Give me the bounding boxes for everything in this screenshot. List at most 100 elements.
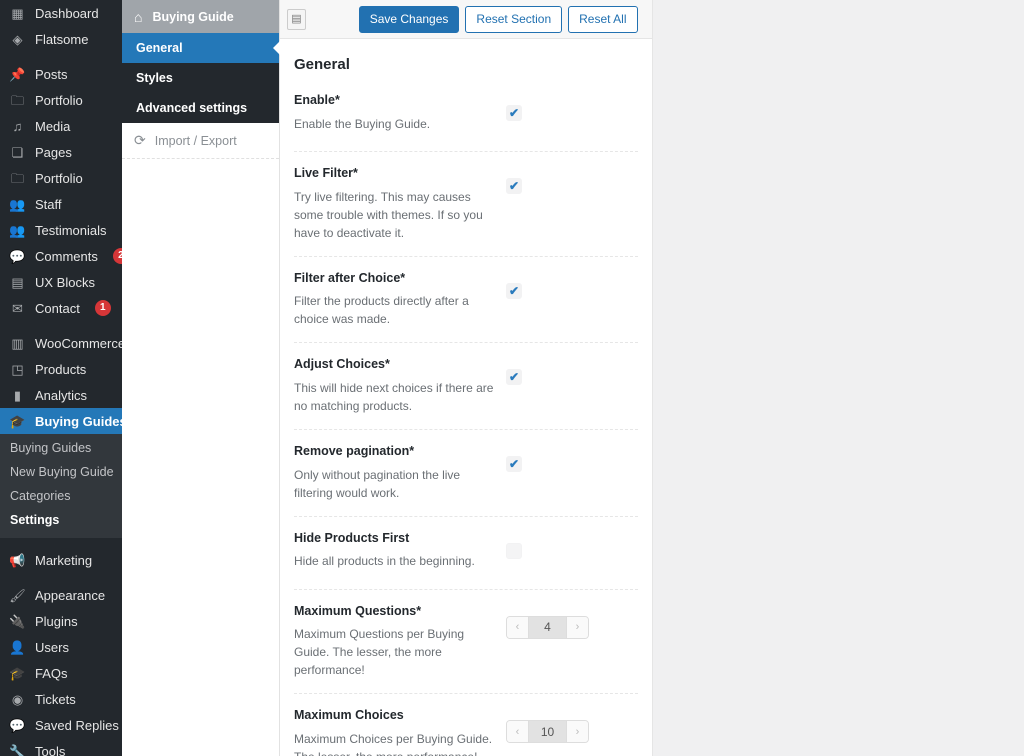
sidebar-item-woocommerce[interactable]: ▥ WooCommerce <box>0 330 122 356</box>
setting-title: Hide Products First <box>294 530 410 545</box>
stepper-increment-icon[interactable]: › <box>567 616 588 638</box>
tab-advanced-settings[interactable]: Advanced settings <box>122 93 279 123</box>
comment-icon: 💬 <box>9 248 26 264</box>
setting-title: Maximum Questions* <box>294 603 422 618</box>
setting-row: Maximum Choices Maximum Choices per Buyin… <box>294 694 638 756</box>
admin-app: ▦ Dashboard ◈ Flatsome 📌 Posts 🗀 Portfolio ♫ Medi… <box>0 0 1024 756</box>
options-area: ⌂ Buying Guide General Styles Advanced set… <box>122 0 1024 756</box>
sidebar-item-label: Contact <box>35 300 80 316</box>
envelope-icon: ✉ <box>12 300 23 316</box>
setting-control: ‹ 4 › <box>506 604 589 639</box>
sidebar-item-tools[interactable]: 🔧 Tools <box>0 738 122 756</box>
sync-icon: ⟳ <box>134 132 146 148</box>
sidebar-item-comments[interactable]: 💬 Comments 2 <box>0 243 122 269</box>
setting-label-block: Adjust Choices* This will hide next choic… <box>294 357 506 415</box>
setting-title: Filter after Choice* <box>294 270 406 285</box>
sidebar-item-dashboard[interactable]: ▦ Dashboard <box>0 0 122 26</box>
sidebar-item-label: UX Blocks <box>35 274 95 290</box>
setting-label-block: Maximum Questions* Maximum Questions per … <box>294 604 506 680</box>
reset-all-button[interactable]: Reset All <box>568 5 638 33</box>
setting-row: Remove pagination* Only without paginatio… <box>294 430 638 517</box>
stepper-value[interactable]: 10 <box>528 721 567 743</box>
checkbox-checked[interactable]: ✔ <box>506 455 522 472</box>
sidebar-subitem-buying-guides[interactable]: Buying Guides <box>0 436 122 460</box>
sidebar-item-label: Analytics <box>35 387 88 403</box>
sidebar-subitem-categories[interactable]: Categories <box>0 484 122 508</box>
sidebar-item-label: Dashboard <box>35 5 99 21</box>
panel-toggle-icon[interactable]: ▤ <box>287 8 306 30</box>
sidebar-item-label: Appearance <box>35 587 106 603</box>
sidebar-item-label: Flatsome <box>35 31 89 47</box>
quantity-stepper[interactable]: ‹ 4 › <box>506 615 589 639</box>
import-export-label: Import / Export <box>154 133 237 148</box>
sidebar-item-tickets[interactable]: ◉ Tickets <box>0 686 122 712</box>
setting-row: Live Filter* Try live filtering. This may… <box>294 152 638 257</box>
wrench-icon: 🔧 <box>9 743 26 756</box>
sidebar-item-faqs[interactable]: 🎓 FAQs <box>0 660 122 686</box>
sidebar-item-appearance[interactable]: 🖌 Appearance <box>0 582 122 608</box>
sidebar-item-users[interactable]: 👤 Users <box>0 634 122 660</box>
stepper-increment-icon[interactable]: › <box>567 721 588 743</box>
status-badge: 2 <box>112 248 122 264</box>
ticket-icon: ◉ <box>11 691 24 707</box>
sidebar-item-ux-blocks[interactable]: ▤ UX Blocks <box>0 269 122 295</box>
sidebar-item-saved-replies[interactable]: 💬 Saved Replies <box>0 712 122 738</box>
setting-label-block: Live Filter* Try live filtering. This may… <box>294 166 506 242</box>
checkbox-checked[interactable]: ✔ <box>506 178 522 194</box>
sidebar-item-pages[interactable]: ❏ Pages <box>0 139 122 165</box>
sidebar-item-portfolio[interactable]: 🗀 Portfolio <box>0 87 122 113</box>
setting-row: Filter after Choice* Filter the products … <box>294 257 638 344</box>
box-icon: ◳ <box>11 361 24 377</box>
sidebar-item-flatsome[interactable]: ◈ Flatsome <box>0 26 122 52</box>
reset-section-button[interactable]: Reset Section <box>465 5 563 33</box>
home-icon: ⌂ <box>134 8 143 25</box>
sidebar-item-contact[interactable]: ✉ Contact 1 <box>0 295 122 321</box>
setting-control: ‹ 10 › <box>506 708 589 744</box>
sidebar-item-buying-guides[interactable]: 🎓 Buying Guides <box>0 408 122 434</box>
import-export-item[interactable]: ⟳ Import / Export <box>122 123 279 159</box>
checkbox-checked[interactable]: ✔ <box>506 369 522 386</box>
sidebar-item-media[interactable]: ♫ Media <box>0 113 122 139</box>
sidebar-item-products[interactable]: ◳ Products <box>0 356 122 382</box>
setting-title: Enable* <box>294 93 340 107</box>
sidebar-item-posts[interactable]: 📌 Posts <box>0 61 122 87</box>
graduation-cap-icon: 🎓 <box>9 413 26 429</box>
people-icon: 👥 <box>9 196 26 212</box>
setting-label-block: Filter after Choice* Filter the products … <box>294 271 506 329</box>
sidebar-item-label: WooCommerce <box>35 335 122 351</box>
sidebar-item-portfolio[interactable]: 🗀 Portfolio <box>0 165 122 191</box>
quantity-stepper[interactable]: ‹ 10 › <box>506 720 589 744</box>
setting-description: Hide all products in the beginning. <box>294 554 475 569</box>
sidebar-item-marketing[interactable]: 📢 Marketing <box>0 547 122 573</box>
sidebar-item-plugins[interactable]: 🔌 Plugins <box>0 608 122 634</box>
checkbox-checked[interactable]: ✔ <box>506 282 522 299</box>
sidebar-item-label: FAQs <box>35 665 68 681</box>
sidebar-item-staff[interactable]: 👥 Staff <box>0 191 122 217</box>
sidebar-subitem-settings[interactable]: Settings <box>0 508 122 532</box>
stepper-decrement-icon[interactable]: ‹ <box>507 721 528 743</box>
sidebar-item-label: Media <box>35 118 71 134</box>
sidebar-item-label: Users <box>35 639 69 655</box>
tab-styles[interactable]: Styles <box>122 63 279 93</box>
options-tab-list: General Styles Advanced settings <box>122 33 280 123</box>
setting-description: Maximum Questions per Buying Guide. The … <box>294 627 465 678</box>
tab-general[interactable]: General <box>122 33 280 63</box>
checkbox-unchecked[interactable] <box>506 542 522 559</box>
sidebar-item-label: Portfolio <box>35 170 83 186</box>
sidebar-subitem-new-buying-guide[interactable]: New Buying Guide <box>0 460 122 484</box>
status-badge: 1 <box>94 300 111 316</box>
sidebar-separator <box>0 321 122 330</box>
megaphone-icon: 📢 <box>9 552 26 568</box>
options-nav-header-label: Buying Guide <box>152 9 234 24</box>
stepper-value[interactable]: 4 <box>528 616 567 638</box>
sidebar-item-analytics[interactable]: ▮ Analytics <box>0 382 122 408</box>
setting-control: ✔ <box>506 93 522 121</box>
settings-content: General Enable* Enable the Buying Guide. ✔… <box>280 39 652 756</box>
sidebar-item-testimonials[interactable]: 👥 Testimonials <box>0 217 122 243</box>
checkbox-checked[interactable]: ✔ <box>506 105 522 121</box>
stepper-decrement-icon[interactable]: ‹ <box>507 616 528 638</box>
settings-panel: ▤ Save Changes Reset Section Reset All G… <box>280 0 653 756</box>
sidebar-separator <box>0 52 122 61</box>
save-changes-button[interactable]: Save Changes <box>358 5 460 33</box>
setting-title: Maximum Choices <box>294 708 404 723</box>
